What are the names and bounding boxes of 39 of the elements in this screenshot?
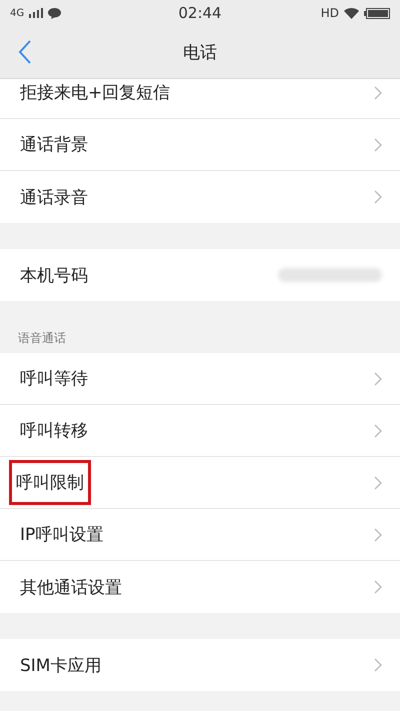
settings-row[interactable]: IP呼叫设置 — [0, 509, 400, 561]
settings-row[interactable]: 呼叫限制 — [0, 457, 400, 509]
settings-row[interactable]: SIM卡应用 — [0, 639, 400, 691]
wifi-icon — [344, 8, 359, 18]
back-icon[interactable] — [18, 40, 32, 64]
chevron-icon — [374, 190, 382, 204]
chevron-icon — [374, 528, 382, 542]
chevron-icon — [374, 580, 382, 594]
chevron-icon — [374, 86, 382, 100]
settings-row[interactable]: 本机号码 — [0, 249, 400, 301]
signal-icon — [29, 8, 44, 18]
chevron-icon — [374, 372, 382, 386]
battery-icon — [364, 8, 390, 18]
network-type: 4G — [10, 8, 24, 18]
row-label: 通话背景 — [19, 134, 89, 157]
settings-row[interactable]: 呼叫等待 — [0, 353, 400, 405]
chevron-icon — [374, 476, 382, 490]
row-label: 呼叫等待 — [19, 368, 89, 391]
clock-time: 02:44 — [178, 4, 222, 22]
chevron-icon — [374, 424, 382, 438]
page-title: 电话 — [183, 42, 217, 64]
row-label: 拒接来电+回复短信 — [19, 82, 172, 105]
highlighted-label: 呼叫限制 — [12, 463, 88, 502]
settings-row[interactable]: 其他通话设置 — [0, 561, 400, 613]
hd-label: HD — [320, 6, 339, 20]
settings-row[interactable]: 通话录音 — [0, 171, 400, 223]
row-label: 其他通话设置 — [19, 576, 123, 600]
row-label: SIM卡应用 — [19, 654, 102, 678]
row-label: 呼叫转移 — [19, 420, 89, 443]
settings-row[interactable]: 通话背景 — [0, 119, 400, 171]
row-label: 本机号码 — [19, 264, 89, 288]
row-label: IP呼叫设置 — [19, 524, 104, 547]
message-icon — [48, 8, 62, 18]
chevron-icon — [374, 138, 382, 152]
row-label: 通话录音 — [19, 186, 89, 210]
settings-row[interactable]: 呼叫转移 — [0, 405, 400, 457]
chevron-icon — [374, 658, 382, 672]
section-title: 语音通话 — [18, 330, 66, 347]
settings-row[interactable]: 拒接来电+回复短信 — [0, 79, 400, 119]
